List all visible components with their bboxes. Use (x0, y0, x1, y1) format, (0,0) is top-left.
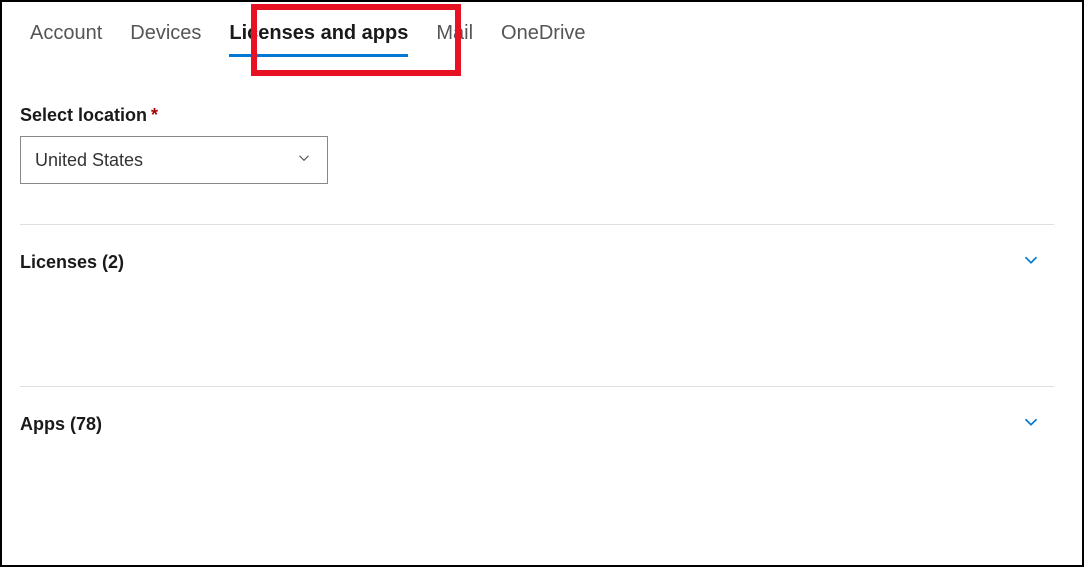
location-dropdown[interactable]: United States (20, 136, 328, 184)
admin-panel: Account Devices Licenses and apps Mail O… (0, 0, 1084, 567)
chevron-down-icon (1020, 411, 1042, 438)
tab-mail[interactable]: Mail (436, 22, 473, 57)
tab-content: Select location* United States Licenses … (2, 57, 1082, 438)
apps-section-header[interactable]: Apps (78) (20, 386, 1054, 438)
tab-devices[interactable]: Devices (130, 22, 201, 57)
tab-bar: Account Devices Licenses and apps Mail O… (2, 2, 1082, 57)
tab-account[interactable]: Account (30, 22, 102, 57)
required-indicator: * (151, 105, 158, 125)
chevron-down-icon (1020, 249, 1042, 276)
location-label-text: Select location (20, 105, 147, 125)
apps-section-title: Apps (78) (20, 414, 102, 435)
chevron-down-icon (295, 149, 313, 172)
location-label: Select location* (20, 105, 1054, 126)
section-spacer (20, 276, 1054, 346)
tab-onedrive[interactable]: OneDrive (501, 22, 585, 57)
licenses-section-title: Licenses (2) (20, 252, 124, 273)
licenses-section-header[interactable]: Licenses (2) (20, 224, 1054, 276)
tab-licenses-and-apps[interactable]: Licenses and apps (229, 22, 408, 57)
location-dropdown-value: United States (35, 150, 143, 171)
